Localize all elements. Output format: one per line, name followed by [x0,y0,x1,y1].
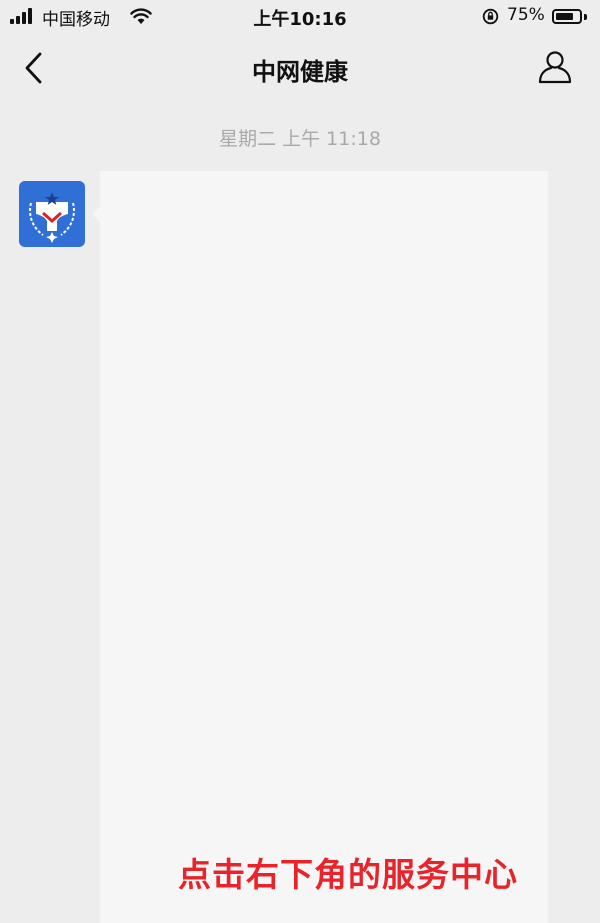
battery-icon [552,9,582,24]
sender-avatar[interactable] [19,181,85,247]
battery-tip [584,14,587,20]
profile-button[interactable] [536,48,574,86]
status-bar: 中国移动 上午10:16 75% [0,0,600,34]
health-logo-icon [19,181,85,247]
orientation-lock-icon [482,8,499,25]
person-icon [538,51,572,84]
message-timestamp: 星期二 上午 11:18 [219,128,381,150]
nav-bar: 中网健康 [0,34,600,100]
instruction-caption: 点击右下角的服务中心 [178,855,518,894]
battery-percent: 75% [507,5,545,25]
page-title: 中网健康 [252,58,348,86]
battery-fill [556,13,573,20]
message-image-bubble[interactable] [100,171,548,923]
bubble-arrow [92,206,100,222]
